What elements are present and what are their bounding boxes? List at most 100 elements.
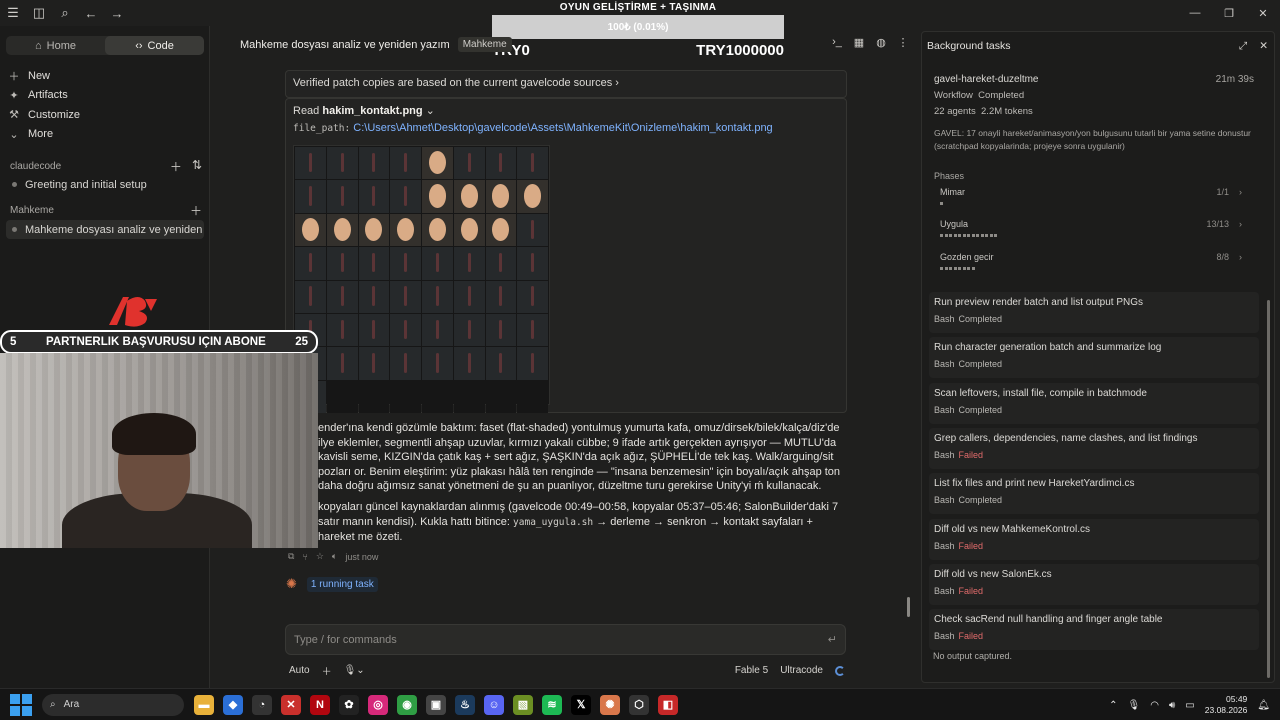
background-task-item[interactable]: Check sacRend null handling and finger a… [929, 609, 1259, 651]
globe-icon[interactable]: ◍ [874, 36, 888, 49]
spotify-icon[interactable]: ≋ [542, 694, 562, 715]
taskbar-search[interactable]: ⌕ Ara [42, 693, 184, 716]
phase-name: Mimar [940, 187, 965, 197]
thumbnail [485, 147, 517, 180]
speedometer-icon[interactable]: ◔ [252, 694, 272, 715]
phase-row[interactable]: Mimar 1/1 › [940, 187, 1242, 205]
tray-chevron-up-icon[interactable]: ⌃ [1109, 700, 1117, 711]
project-badge[interactable]: Mahkeme [457, 37, 512, 52]
pin-icon[interactable]: ☆ [316, 551, 324, 562]
mode-selector[interactable]: Auto [289, 665, 310, 676]
banner-goal: 25 [295, 336, 308, 348]
background-task-item[interactable]: Diff old vs new MahkemeKontrol.cs Bash Fai… [929, 518, 1259, 560]
background-task-item[interactable]: Scan leftovers, install file, compile in… [929, 382, 1259, 424]
terminal-app-icon[interactable]: ▣ [426, 694, 446, 715]
running-task-button[interactable]: 1 running task [306, 576, 378, 592]
speaker-icon[interactable]: 🔈︎ [332, 551, 337, 562]
file-explorer-icon[interactable]: ▬ [194, 694, 214, 715]
phase-row[interactable]: Gozden gecir 8/8 › [940, 252, 1242, 270]
notifications-icon[interactable]: 🔔︎ [1257, 700, 1270, 711]
panel-icon[interactable]: ▦ [852, 36, 866, 49]
chat-item[interactable]: Greeting and initial setup [6, 175, 204, 194]
search-icon[interactable]: ⌕ [52, 0, 78, 26]
plus-icon: ＋ [8, 70, 20, 83]
more-options-icon[interactable]: ⋮ [896, 36, 910, 49]
background-task-item[interactable]: Run preview render batch and list output… [929, 292, 1259, 333]
add-chat-icon[interactable]: ＋ [170, 158, 182, 175]
transcript-scrollbar[interactable] [907, 597, 910, 617]
microphone-tray-icon[interactable]: 🎙︎ [1128, 700, 1141, 711]
menu-icon[interactable]: ☰ [0, 0, 26, 26]
nav-customize[interactable]: ⚒ Customize [8, 105, 80, 125]
thumbnail [453, 180, 485, 213]
filter-icon[interactable]: ⇅ [192, 158, 202, 175]
task-name: Diff old vs new MahkemeKontrol.cs [934, 523, 1090, 535]
background-task-item[interactable]: Grep callers, dependencies, name clashes… [929, 427, 1259, 469]
forward-arrow-icon[interactable]: → [104, 0, 130, 26]
minecraft-icon[interactable]: ▧ [513, 694, 533, 715]
windows-start-icon[interactable] [10, 693, 32, 716]
overlay-max-label: TRY1000000 [696, 42, 784, 59]
copy-icon[interactable]: ⧉ [288, 551, 294, 562]
attach-icon[interactable]: ＋ [322, 663, 332, 678]
tab-code[interactable]: ‹› Code [105, 36, 204, 55]
thumbnail [453, 313, 485, 347]
close-icon[interactable]: ✕ [1259, 40, 1268, 53]
workflow-summary[interactable]: gavel-hareket-duzeltme 21m 39s Workflow C… [934, 74, 1254, 153]
volume-icon[interactable]: 🔊︎ [1169, 700, 1175, 711]
read-tool-header[interactable]: Read hakim_kontakt.png ⌄ [293, 104, 435, 117]
minimize-button[interactable]: — [1178, 0, 1212, 26]
roblox-icon[interactable]: ◧ [658, 694, 678, 715]
message-actions: ⧉ ⑂ ☆ 🔈︎ just now [288, 551, 378, 562]
background-task-item[interactable]: List fix files and print new HareketYard… [929, 473, 1259, 515]
workflow-status: Completed [978, 90, 1025, 101]
discord-icon[interactable]: ☺ [484, 694, 504, 715]
back-arrow-icon[interactable]: ← [78, 0, 104, 26]
thumbnail [390, 347, 421, 380]
conversation-title[interactable]: Mahkeme dosyası analiz ve yeniden yazım [240, 39, 450, 51]
instagram-icon[interactable]: ◎ [368, 694, 388, 715]
expand-icon[interactable]: ⤢ [1239, 40, 1247, 53]
background-task-item[interactable]: Run character generation batch and summa… [929, 337, 1259, 379]
tab-home[interactable]: ⌂ Home [6, 36, 105, 55]
home-icon: ⌂ [35, 39, 42, 52]
battery-icon[interactable]: ▭ [1185, 700, 1194, 711]
sidebar-toggle-icon[interactable]: ◫ [26, 0, 52, 26]
prompt-input[interactable]: Type / for commands ↵ [285, 624, 846, 655]
file-path-link[interactable]: C:\Users\Ahmet\Desktop\gavelcode\Assets\… [353, 122, 772, 134]
thumbnail [485, 213, 517, 247]
panel-scrollbar[interactable] [1267, 300, 1270, 678]
netflix-icon[interactable]: N [310, 694, 330, 715]
send-icon[interactable]: ↵ [828, 633, 837, 646]
thumbnail [517, 347, 548, 380]
nav-artifacts[interactable]: ✦ Artifacts [8, 86, 80, 106]
thumbnail [358, 247, 390, 280]
microphone-icon[interactable]: 🎙︎⌄ [344, 665, 365, 676]
clock[interactable]: 05:49 23.08.2026 [1205, 694, 1248, 716]
verified-link[interactable]: Verified patch copies are based on the c… [293, 77, 619, 89]
close-button[interactable]: ✕ [1246, 0, 1280, 26]
nav-new[interactable]: ＋ New [8, 66, 80, 86]
phase-row[interactable]: Uygula 13/13 › [940, 219, 1242, 237]
x-icon[interactable]: 𝕏 [571, 694, 591, 715]
maximize-button[interactable]: ❐ [1212, 0, 1246, 26]
background-task-item[interactable]: Diff old vs new SalonEk.cs Bash Failed [929, 563, 1259, 605]
chat-item-active[interactable]: Mahkeme dosyası analiz ve yeniden ya [6, 220, 204, 239]
terminal-icon[interactable]: ›_ [830, 36, 844, 49]
wifi-icon[interactable]: ◠ [1150, 700, 1159, 711]
nav-more[interactable]: ⌄ More [8, 125, 80, 145]
chrome-icon[interactable]: ◉ [397, 694, 417, 715]
claude-app-icon[interactable]: ✺ [600, 694, 620, 715]
unity-icon[interactable]: ⬡ [629, 694, 649, 715]
thumbnail [485, 313, 517, 347]
task-status: Completed [958, 314, 1003, 324]
branch-icon[interactable]: ⑂ [302, 552, 307, 562]
store-icon[interactable]: ◆ [223, 694, 243, 715]
steam-icon[interactable]: ♨ [455, 694, 475, 715]
add-chat-icon[interactable]: ＋ [190, 202, 202, 219]
assistant-paragraph-2: kopyaları güncel kaynaklardan alınmış (g… [318, 501, 839, 544]
pdf-icon[interactable]: ✕ [281, 694, 301, 715]
model-selector[interactable]: Fable 5 [735, 665, 768, 676]
effort-selector[interactable]: Ultracode [780, 665, 823, 676]
chatgpt-icon[interactable]: ✿ [339, 694, 359, 715]
